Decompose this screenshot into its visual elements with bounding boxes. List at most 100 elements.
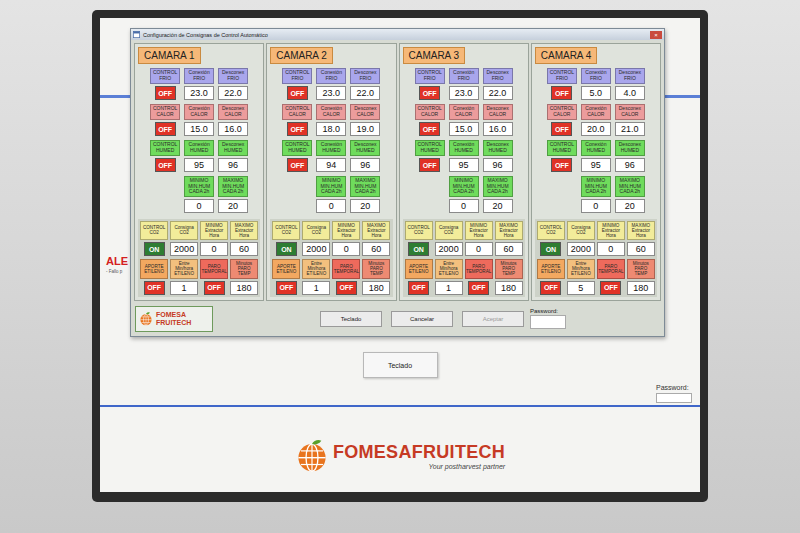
toggle-button[interactable]: OFF [468,281,489,295]
toggle-button[interactable]: OFF [155,122,176,136]
toggle-button[interactable]: OFF [551,158,572,172]
toggle-button[interactable]: ON [408,242,429,256]
setting-label: Conexión CALOR [581,104,611,120]
setting-row: CONTROL HUMEDConexión HUMEDDesconex HUME… [535,140,657,172]
value-field[interactable]: 0 [332,242,360,256]
toggle-button[interactable]: OFF [419,86,440,100]
setting-label: MAXIMO Extractor Hora [495,221,523,240]
close-button[interactable]: × [650,31,662,39]
value-field[interactable]: 96 [218,158,248,172]
value-field[interactable]: 15.0 [184,122,214,136]
value-field[interactable]: 22.0 [483,86,513,100]
password-field[interactable] [656,393,692,403]
value-field[interactable]: 1 [302,281,330,295]
toggle-button[interactable]: OFF [600,281,621,295]
toggle-button[interactable]: OFF [155,86,176,100]
value-field[interactable]: 21.0 [615,122,645,136]
value-field[interactable]: 20 [350,199,380,213]
value-field[interactable]: 0 [449,199,479,213]
dialog-button[interactable]: Cancelar [391,311,453,327]
value-field[interactable]: 0 [465,242,493,256]
value-field[interactable]: 96 [350,158,380,172]
globe-icon [139,312,153,326]
dialog-button[interactable]: Aceptar [462,311,524,327]
value-field[interactable]: 2000 [170,242,198,256]
toggle-button[interactable]: OFF [204,281,225,295]
value-field[interactable]: 0 [581,199,611,213]
value-field[interactable]: 20 [615,199,645,213]
value-field[interactable]: 16.0 [483,122,513,136]
value-field[interactable]: 95 [449,158,479,172]
setting-label: Minutos PARO TEMP [495,259,523,278]
value-field[interactable]: 0 [316,199,346,213]
value-field[interactable]: 19.0 [350,122,380,136]
value-field[interactable]: 20.0 [581,122,611,136]
value-field[interactable]: 15.0 [449,122,479,136]
value-field[interactable]: 23.0 [184,86,214,100]
toggle-button[interactable]: OFF [419,122,440,136]
value-field[interactable]: 18.0 [316,122,346,136]
toggle-button[interactable]: OFF [276,281,297,295]
toggle-button[interactable]: OFF [287,86,308,100]
value-field[interactable]: 0 [200,242,228,256]
value-field[interactable]: 1 [435,281,463,295]
setting-label: Desconex CALOR [350,104,380,120]
toggle-button[interactable]: OFF [144,281,165,295]
value-field[interactable]: 96 [615,158,645,172]
value-field[interactable]: 96 [483,158,513,172]
gas-section: CONTROL CO2Consigna CO2MINIMO Extractor … [270,219,392,297]
value-field[interactable]: 22.0 [350,86,380,100]
setting-row: CONTROL CO2Consigna CO2MINIMO Extractor … [272,221,390,256]
toggle-button[interactable]: ON [540,242,561,256]
climate-section: CONTROL FRIOConexión FRIODesconex FRIOOF… [138,68,260,213]
value-field[interactable]: 180 [362,281,390,295]
value-field[interactable]: 0 [597,242,625,256]
value-field[interactable]: 95 [184,158,214,172]
value-field[interactable]: 20 [483,199,513,213]
toggle-button[interactable]: OFF [419,158,440,172]
setting-label: Conexión FRIO [449,68,479,84]
value-field[interactable]: 2000 [567,242,595,256]
toggle-button[interactable]: OFF [336,281,357,295]
setting-label: Desconex FRIO [615,68,645,84]
value-field[interactable]: 180 [230,281,258,295]
toggle-button[interactable]: OFF [287,122,308,136]
value-field[interactable]: 5.0 [581,86,611,100]
toggle-button[interactable]: OFF [551,122,572,136]
password-field[interactable] [530,315,566,329]
value-field[interactable]: 60 [362,242,390,256]
value-field[interactable]: 22.0 [218,86,248,100]
setting-row: CONTROL CO2Consigna CO2MINIMO Extractor … [405,221,523,256]
value-field[interactable]: 60 [230,242,258,256]
value-field[interactable]: 23.0 [449,86,479,100]
keyboard-button[interactable]: Teclado [363,352,438,378]
value-field[interactable]: 2000 [435,242,463,256]
dialog-button[interactable]: Teclado [320,311,382,327]
value-field[interactable]: 1 [170,281,198,295]
value-field[interactable]: 60 [627,242,655,256]
value-field[interactable]: 180 [495,281,523,295]
toggle-button[interactable]: OFF [540,281,561,295]
toggle-button[interactable]: OFF [155,158,176,172]
value-field[interactable]: 4.0 [615,86,645,100]
setting-row: CONTROL FRIOConexión FRIODesconex FRIOOF… [403,68,525,100]
toggle-button[interactable]: ON [144,242,165,256]
toggle-button[interactable]: ON [276,242,297,256]
value-field[interactable]: 2000 [302,242,330,256]
value-field[interactable]: 16.0 [218,122,248,136]
toggle-button[interactable]: OFF [287,158,308,172]
value-field[interactable]: 95 [581,158,611,172]
value-field[interactable]: 20 [218,199,248,213]
value-field[interactable]: 94 [316,158,346,172]
camera-header: CAMARA 3 [403,47,466,64]
toggle-button[interactable]: OFF [551,86,572,100]
value-field[interactable]: 180 [627,281,655,295]
label-row: CONTROL FRIOConexión FRIODesconex FRIO [535,68,657,84]
value-field[interactable]: 23.0 [316,86,346,100]
setting-label: Conexión HUMED [316,140,346,156]
value-field[interactable]: 0 [184,199,214,213]
value-field[interactable]: 5 [567,281,595,295]
value-field[interactable]: 60 [495,242,523,256]
toggle-button[interactable]: OFF [408,281,429,295]
camera-column: CAMARA 2CONTROL FRIOConexión FRIODescone… [266,43,396,301]
